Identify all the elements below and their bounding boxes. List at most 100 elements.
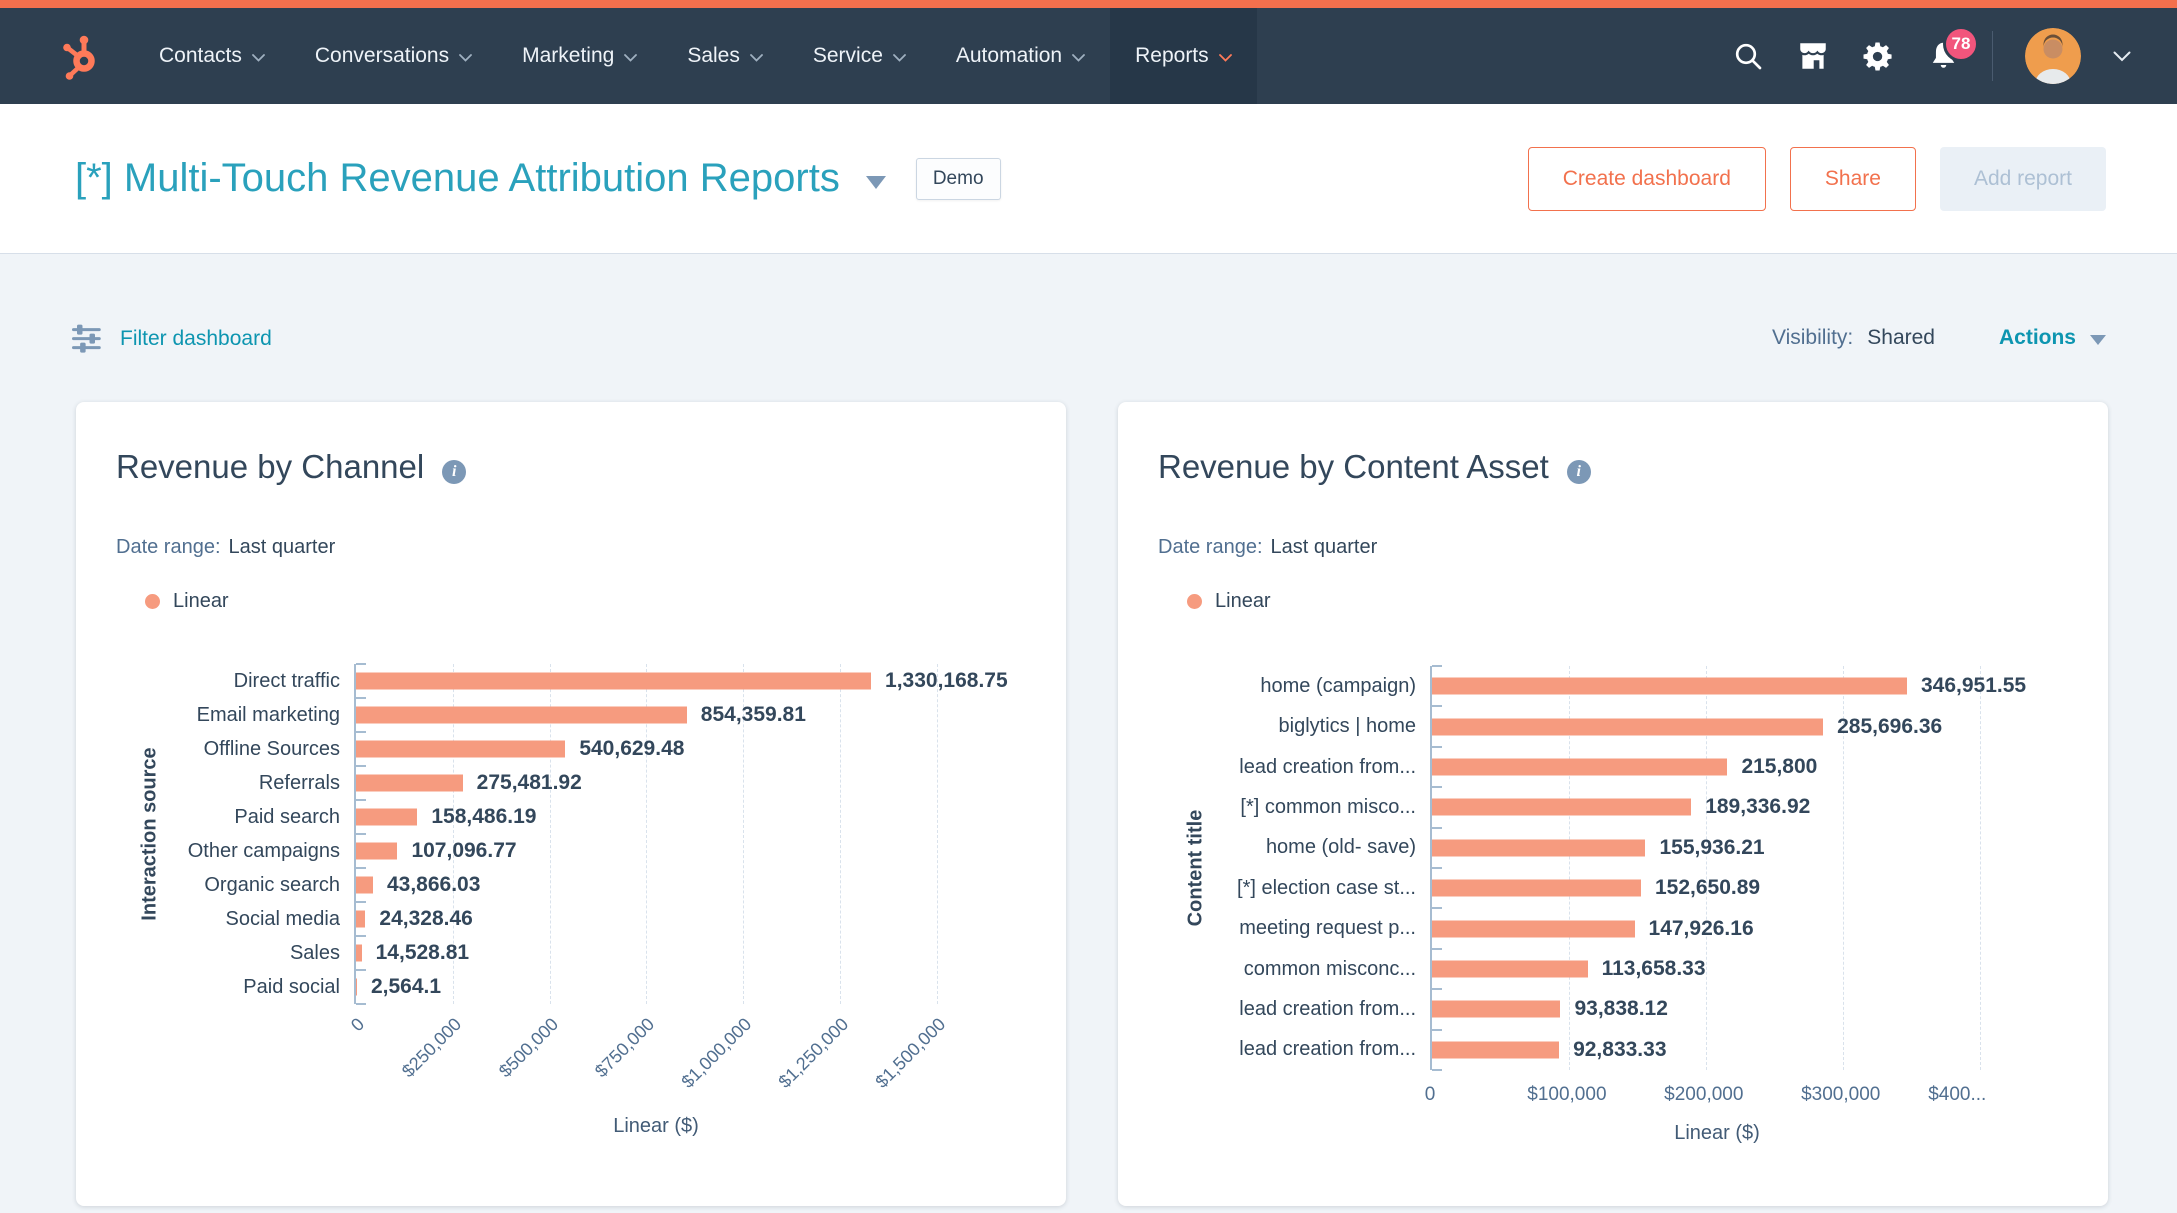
bar[interactable] xyxy=(1432,718,1823,735)
chevron-down-icon xyxy=(624,54,637,62)
category-label: Social media xyxy=(76,902,340,936)
x-tick-label: $300,000 xyxy=(1801,1084,1880,1106)
bar[interactable] xyxy=(356,741,565,758)
bar[interactable] xyxy=(1432,799,1691,816)
settings-gear-icon[interactable] xyxy=(1862,40,1895,73)
notifications-bell-icon[interactable]: 78 xyxy=(1927,40,1960,73)
bar-value-label: 113,658.33 xyxy=(1602,957,1706,981)
nav-item-automation[interactable]: Automation xyxy=(931,8,1110,104)
bar-rows: 1,330,168.75854,359.81540,629.48275,481.… xyxy=(356,664,961,1004)
bar-row: 152,650.89 xyxy=(1432,868,2007,908)
add-report-button[interactable]: Add report xyxy=(1940,147,2106,211)
bar-value-label: 285,696.36 xyxy=(1837,715,1942,739)
actions-menu[interactable]: Actions xyxy=(1999,326,2076,350)
nav-item-conversations[interactable]: Conversations xyxy=(290,8,497,104)
bar-row: 540,629.48 xyxy=(356,732,961,766)
nav-item-contacts[interactable]: Contacts xyxy=(134,8,290,104)
bar[interactable] xyxy=(1432,920,1635,937)
bar[interactable] xyxy=(356,979,357,996)
marketplace-icon[interactable] xyxy=(1796,39,1830,73)
actions-caret-icon[interactable] xyxy=(2090,335,2106,345)
nav-item-label: Contacts xyxy=(159,44,242,68)
bar[interactable] xyxy=(356,877,373,894)
chevron-down-icon xyxy=(1219,54,1232,62)
visibility-value: Shared xyxy=(1867,326,1935,350)
bar[interactable] xyxy=(1432,880,1641,897)
dashboard-selector-caret-icon[interactable] xyxy=(866,176,886,189)
bar-value-label: 43,866.03 xyxy=(387,873,480,897)
bar-value-label: 1,330,168.75 xyxy=(885,669,1008,693)
filter-dashboard-link[interactable]: Filter dashboard xyxy=(72,324,272,353)
info-icon[interactable]: i xyxy=(1567,460,1591,484)
bar-row: 854,359.81 xyxy=(356,698,961,732)
dashboard-header: [*] Multi-Touch Revenue Attribution Repo… xyxy=(0,104,2177,254)
bar-row: 113,658.33 xyxy=(1432,949,2007,989)
page-title[interactable]: [*] Multi-Touch Revenue Attribution Repo… xyxy=(75,156,840,201)
category-label: [*] common misco... xyxy=(1118,787,1416,827)
bar-value-label: 152,650.89 xyxy=(1655,876,1760,900)
bar[interactable] xyxy=(356,809,417,826)
bar[interactable] xyxy=(1432,1001,1560,1018)
date-range: Date range:Last quarter xyxy=(1158,536,1377,559)
nav-item-reports[interactable]: Reports xyxy=(1110,8,1257,104)
nav-item-label: Sales xyxy=(687,44,740,68)
user-avatar[interactable] xyxy=(2025,28,2081,84)
x-tick-label: 0 xyxy=(1425,1084,1436,1106)
bar[interactable] xyxy=(356,911,365,928)
nav-item-label: Conversations xyxy=(315,44,449,68)
revenue-by-content-asset-card: Revenue by Content Asset i Date range:La… xyxy=(1118,402,2108,1206)
bar[interactable] xyxy=(356,673,871,690)
x-tick-label: $500,000 xyxy=(495,1014,563,1082)
bar-value-label: 346,951.55 xyxy=(1921,674,2026,698)
nav-item-marketing[interactable]: Marketing xyxy=(497,8,662,104)
bar[interactable] xyxy=(356,843,397,860)
x-tick-label: 0 xyxy=(347,1014,369,1036)
bar-row: 1,330,168.75 xyxy=(356,664,961,698)
bar-row: 107,096.77 xyxy=(356,834,961,868)
bar-row: 24,328.46 xyxy=(356,902,961,936)
x-axis-ticks: 0$250,000$500,000$750,000$1,000,000$1,25… xyxy=(354,1014,959,1124)
demo-badge: Demo xyxy=(916,158,1001,200)
nav-item-service[interactable]: Service xyxy=(788,8,931,104)
category-label: meeting request p... xyxy=(1118,908,1416,948)
bar-row: 93,838.12 xyxy=(1432,989,2007,1029)
legend-item-linear[interactable]: Linear xyxy=(145,590,229,613)
bar[interactable] xyxy=(1432,961,1588,978)
category-label: Offline Sources xyxy=(76,732,340,766)
account-chevron-down-icon[interactable] xyxy=(2113,51,2131,62)
bar-row: 189,336.92 xyxy=(1432,787,2007,827)
nav-item-label: Marketing xyxy=(522,44,614,68)
bar[interactable] xyxy=(356,707,687,724)
legend-item-linear[interactable]: Linear xyxy=(1187,590,1271,613)
x-axis-ticks: 0$100,000$200,000$300,000$400... xyxy=(1430,1084,2005,1124)
bar-row: 285,696.36 xyxy=(1432,706,2007,746)
category-label: Direct traffic xyxy=(76,664,340,698)
top-navigation-bar: Contacts Conversations Marketing Sales Servi… xyxy=(0,0,2177,104)
search-icon[interactable] xyxy=(1732,40,1764,72)
bar-value-label: 14,528.81 xyxy=(376,941,469,965)
bar[interactable] xyxy=(1432,678,1907,695)
bar-row: 215,800 xyxy=(1432,747,2007,787)
nav-item-label: Automation xyxy=(956,44,1062,68)
create-dashboard-button[interactable]: Create dashboard xyxy=(1528,147,1766,211)
info-icon[interactable]: i xyxy=(442,460,466,484)
hubspot-dashboard-page: Contacts Conversations Marketing Sales Servi… xyxy=(0,0,2177,1213)
dashboard-toolbar: Filter dashboard Visibility: Shared Acti… xyxy=(0,254,2177,402)
x-tick-label: $1,250,000 xyxy=(774,1014,853,1093)
share-button[interactable]: Share xyxy=(1790,147,1916,211)
bar-row: 14,528.81 xyxy=(356,936,961,970)
bar[interactable] xyxy=(1432,759,1727,776)
bar[interactable] xyxy=(1432,1041,1559,1058)
bar[interactable] xyxy=(356,775,463,792)
header-buttons: Create dashboard Share Add report xyxy=(1528,147,2106,211)
nav-item-sales[interactable]: Sales xyxy=(662,8,788,104)
nav-item-label: Service xyxy=(813,44,883,68)
chevron-down-icon xyxy=(252,54,265,62)
x-axis-title: Linear ($) xyxy=(613,1115,699,1138)
hubspot-logo-icon[interactable] xyxy=(54,30,106,82)
bar[interactable] xyxy=(1432,839,1645,856)
x-tick-label: $1,000,000 xyxy=(677,1014,756,1093)
bar[interactable] xyxy=(356,945,362,962)
category-label: Paid search xyxy=(76,800,340,834)
bar-row: 346,951.55 xyxy=(1432,666,2007,706)
